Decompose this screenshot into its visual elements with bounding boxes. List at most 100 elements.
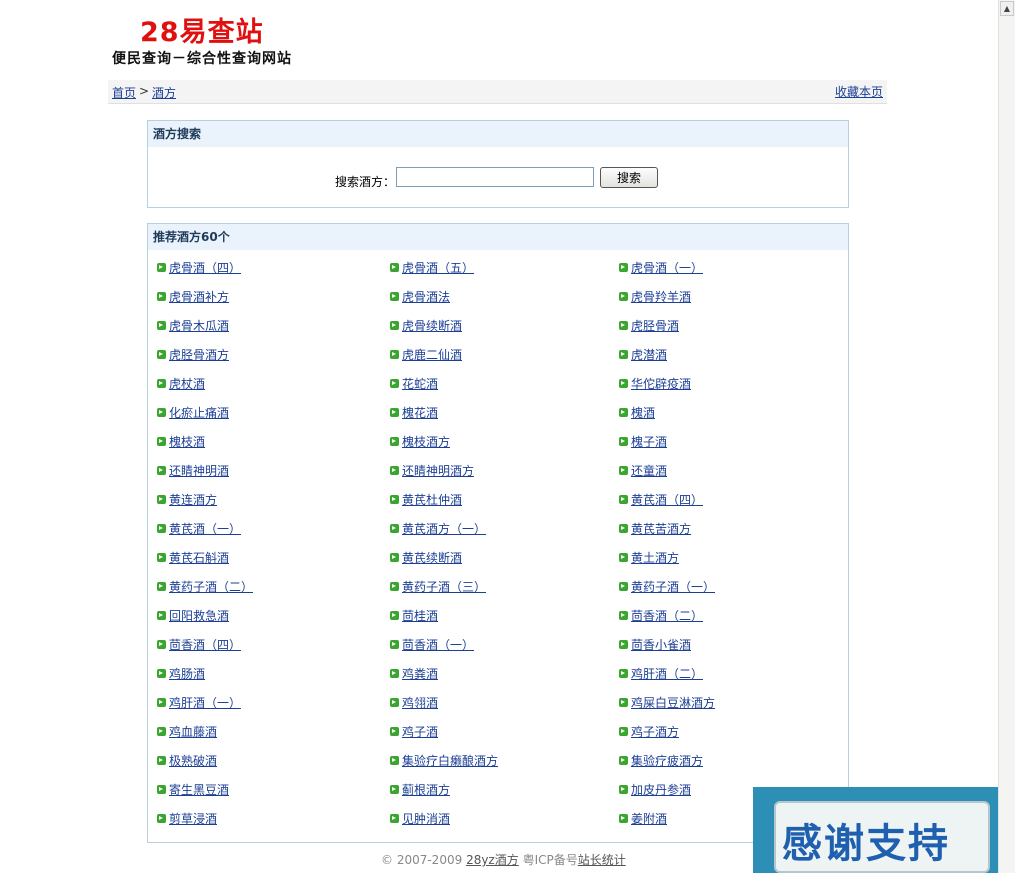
recipe-link[interactable]: 虎胫骨酒 (631, 319, 679, 333)
support-banner-text: 感谢支持 (782, 821, 950, 867)
recipe-link[interactable]: 鸡血藤酒 (169, 725, 217, 739)
recipe-link[interactable]: 虎胫骨酒方 (169, 348, 229, 362)
arrow-bullet-icon (390, 640, 399, 649)
recipe-link[interactable]: 槐花酒 (402, 406, 438, 420)
arrow-bullet-icon (390, 292, 399, 301)
recipe-link[interactable]: 槐子酒 (631, 435, 667, 449)
recipe-link[interactable]: 加皮丹参酒 (631, 783, 691, 797)
recipe-link[interactable]: 黄土酒方 (631, 551, 679, 565)
recipe-link[interactable]: 华佗辟疫酒 (631, 377, 691, 391)
recipe-list-item: 剪草浸酒 (157, 810, 217, 828)
recipe-link[interactable]: 集验疗白癞酿酒方 (402, 754, 498, 768)
scroll-up-arrow-icon[interactable]: ▲ (1000, 1, 1014, 16)
arrow-bullet-icon (619, 814, 628, 823)
recipe-link[interactable]: 黄芪石斛酒 (169, 551, 229, 565)
recipe-link[interactable]: 槐酒 (631, 406, 655, 420)
recipe-link[interactable]: 还童酒 (631, 464, 667, 478)
recipe-link[interactable]: 茴香酒（二） (631, 609, 703, 623)
recipe-list-item: 虎胫骨酒方 (157, 346, 229, 364)
vertical-scrollbar[interactable]: ▲ (998, 0, 1015, 873)
recipe-link[interactable]: 寄生黑豆酒 (169, 783, 229, 797)
recipe-link[interactable]: 槐枝酒 (169, 435, 205, 449)
recipe-link[interactable]: 还睛神明酒方 (402, 464, 474, 478)
arrow-bullet-icon (619, 263, 628, 272)
recipe-link[interactable]: 鸡子酒方 (631, 725, 679, 739)
arrow-bullet-icon (619, 379, 628, 388)
site-logo[interactable]: 28易查站 (140, 10, 300, 48)
recipe-link[interactable]: 鸡肝酒（二） (631, 667, 703, 681)
recipe-link[interactable]: 还睛神明酒 (169, 464, 229, 478)
recipe-list-item: 黄药子酒（一） (619, 578, 715, 596)
arrow-bullet-icon (619, 756, 628, 765)
recipe-link[interactable]: 虎潜酒 (631, 348, 667, 362)
recipe-link[interactable]: 黄芪杜仲酒 (402, 493, 462, 507)
recipe-link[interactable]: 虎鹿二仙酒 (402, 348, 462, 362)
recipe-link[interactable]: 虎骨酒（五） (402, 261, 474, 275)
arrow-bullet-icon (390, 611, 399, 620)
arrow-bullet-icon (157, 553, 166, 562)
footer-stats-link[interactable]: 站长统计 (578, 853, 626, 867)
recipe-link[interactable]: 黄药子酒（一） (631, 580, 715, 594)
breadcrumb-current-link[interactable]: 酒方 (152, 84, 176, 101)
recipe-list-item: 鸡粪酒 (390, 665, 438, 683)
recipe-link[interactable]: 集验疗疲酒方 (631, 754, 703, 768)
recipe-link[interactable]: 虎骨酒（一） (631, 261, 703, 275)
arrow-bullet-icon (157, 466, 166, 475)
recipe-link[interactable]: 花蛇酒 (402, 377, 438, 391)
footer-site-link[interactable]: 28yz酒方 (466, 853, 519, 867)
recipe-link[interactable]: 黄芪酒（四） (631, 493, 703, 507)
recipe-list-item: 还睛神明酒 (157, 462, 229, 480)
search-button[interactable]: 搜索 (600, 167, 658, 188)
recipe-link[interactable]: 鸡屎白豆淋酒方 (631, 696, 715, 710)
recipe-link[interactable]: 鸡肝酒（一） (169, 696, 241, 710)
logo-text: 28易查站 (140, 17, 264, 48)
bookmark-page-link[interactable]: 收藏本页 (835, 83, 883, 100)
recipe-link[interactable]: 鸡粪酒 (402, 667, 438, 681)
breadcrumb-home-link[interactable]: 首页 (112, 84, 136, 101)
recipe-link[interactable]: 姜附酒 (631, 812, 667, 826)
recipe-link[interactable]: 虎骨续断酒 (402, 319, 462, 333)
recipe-link[interactable]: 黄芪续断酒 (402, 551, 462, 565)
search-input[interactable] (396, 167, 594, 187)
recipe-link[interactable]: 虎杖酒 (169, 377, 205, 391)
recipe-link[interactable]: 见肿消酒 (402, 812, 450, 826)
arrow-bullet-icon (390, 379, 399, 388)
recipe-link[interactable]: 鸡翎酒 (402, 696, 438, 710)
recipe-link[interactable]: 鸡肠酒 (169, 667, 205, 681)
recipe-link[interactable]: 黄芪酒（一） (169, 522, 241, 536)
arrow-bullet-icon (157, 437, 166, 446)
arrow-bullet-icon (619, 698, 628, 707)
recipe-link[interactable]: 回阳救急酒 (169, 609, 229, 623)
support-banner[interactable]: 感谢支持 (753, 787, 1015, 873)
arrow-bullet-icon (390, 437, 399, 446)
recipe-link[interactable]: 茴香小雀酒 (631, 638, 691, 652)
recipe-list-item: 华佗辟疫酒 (619, 375, 691, 393)
recipe-link[interactable]: 极熟破酒 (169, 754, 217, 768)
recipe-link[interactable]: 茴桂酒 (402, 609, 438, 623)
arrow-bullet-icon (619, 669, 628, 678)
arrow-bullet-icon (157, 408, 166, 417)
recipe-link[interactable]: 虎骨木瓜酒 (169, 319, 229, 333)
recipe-link[interactable]: 黄药子酒（二） (169, 580, 253, 594)
recipe-list-item: 黄药子酒（三） (390, 578, 486, 596)
recipe-link[interactable]: 虎骨酒补方 (169, 290, 229, 304)
recipe-link[interactable]: 黄药子酒（三） (402, 580, 486, 594)
recipe-link[interactable]: 槐枝酒方 (402, 435, 450, 449)
recipe-link[interactable]: 黄连酒方 (169, 493, 217, 507)
recipe-link[interactable]: 虎骨酒（四） (169, 261, 241, 275)
recipe-link[interactable]: 茴香酒（四） (169, 638, 241, 652)
recipe-link[interactable]: 茴香酒（一） (402, 638, 474, 652)
recipe-link[interactable]: 蓟根酒方 (402, 783, 450, 797)
recipe-link[interactable]: 鸡子酒 (402, 725, 438, 739)
recipe-link[interactable]: 黄芪苦酒方 (631, 522, 691, 536)
recipe-link[interactable]: 化瘀止痛酒 (169, 406, 229, 420)
recipe-list-item: 集验疗白癞酿酒方 (390, 752, 498, 770)
arrow-bullet-icon (619, 321, 628, 330)
recipe-link[interactable]: 虎骨羚羊酒 (631, 290, 691, 304)
recipe-list-item: 鸡血藤酒 (157, 723, 217, 741)
footer-icp: 粤ICP备号 (522, 853, 578, 867)
recipe-link[interactable]: 黄芪酒方（一） (402, 522, 486, 536)
recipe-list-title: 推荐酒方60个 (148, 224, 848, 250)
recipe-link[interactable]: 虎骨酒法 (402, 290, 450, 304)
recipe-link[interactable]: 剪草浸酒 (169, 812, 217, 826)
